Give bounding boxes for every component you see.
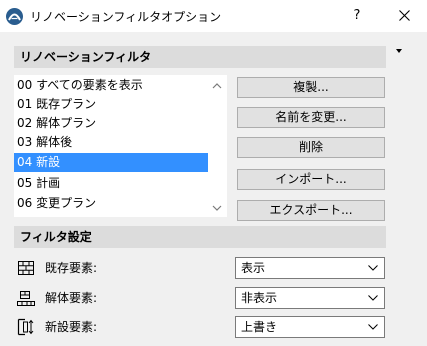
panel-scroll-arrow-icon[interactable] bbox=[396, 49, 402, 53]
delete-button[interactable]: 削除 bbox=[237, 137, 385, 158]
existing-elements-select[interactable]: 表示 bbox=[235, 257, 385, 279]
list-item[interactable]: 01 既存プラン bbox=[14, 95, 208, 114]
list-item-selected[interactable]: 04 新設 bbox=[14, 153, 208, 172]
help-button[interactable]: ? bbox=[342, 4, 372, 28]
chevron-down-icon bbox=[368, 324, 378, 330]
title-bar: リノベーションフィルタオプション ? bbox=[0, 0, 427, 32]
new-elements-icon bbox=[17, 318, 34, 336]
scroll-up-icon[interactable] bbox=[211, 81, 223, 91]
demolished-elements-icon bbox=[17, 291, 35, 306]
renovation-filter-list[interactable]: 00 すべての要素を表示 01 既存プラン 02 解体プラン 03 解体後 04… bbox=[14, 75, 227, 217]
demolished-elements-select[interactable]: 非表示 bbox=[235, 287, 385, 309]
chevron-down-icon bbox=[368, 265, 378, 271]
list-item[interactable]: 00 すべての要素を表示 bbox=[14, 76, 208, 95]
scroll-down-icon[interactable] bbox=[211, 203, 223, 213]
close-icon bbox=[399, 10, 410, 21]
dialog-body: リノベーションフィルタ 00 すべての要素を表示 01 既存プラン 02 解体プ… bbox=[0, 32, 427, 346]
export-button[interactable]: エクスポート... bbox=[237, 200, 385, 221]
list-item[interactable]: 03 解体後 bbox=[14, 133, 208, 152]
new-elements-label: 新設要素: bbox=[45, 320, 98, 334]
close-button[interactable] bbox=[387, 4, 423, 28]
new-elements-value: 上書き bbox=[241, 320, 278, 334]
rename-button[interactable]: 名前を変更... bbox=[237, 107, 385, 128]
filter-settings-section-header[interactable]: フィルタ設定 bbox=[14, 226, 386, 248]
dialog-window: リノベーションフィルタオプション ? リノベーションフィルタ 00 すべての要素… bbox=[0, 0, 427, 346]
archicad-app-icon bbox=[6, 8, 23, 25]
list-item[interactable]: 02 解体プラン bbox=[14, 114, 208, 133]
existing-elements-label: 既存要素: bbox=[45, 261, 98, 275]
list-item[interactable]: 06 変更プラン bbox=[14, 194, 208, 213]
demolished-elements-label: 解体要素: bbox=[45, 291, 98, 305]
demolished-elements-value: 非表示 bbox=[241, 291, 278, 305]
existing-elements-value: 表示 bbox=[241, 261, 266, 275]
filters-section-header[interactable]: リノベーションフィルタ bbox=[14, 46, 386, 68]
list-item[interactable]: 05 計画 bbox=[14, 174, 208, 193]
duplicate-button[interactable]: 複製... bbox=[237, 77, 385, 98]
chevron-down-icon bbox=[368, 295, 378, 301]
import-button[interactable]: インポート... bbox=[237, 169, 385, 190]
window-title: リノベーションフィルタオプション bbox=[30, 10, 222, 24]
existing-elements-icon bbox=[18, 261, 34, 275]
new-elements-select[interactable]: 上書き bbox=[235, 316, 385, 338]
